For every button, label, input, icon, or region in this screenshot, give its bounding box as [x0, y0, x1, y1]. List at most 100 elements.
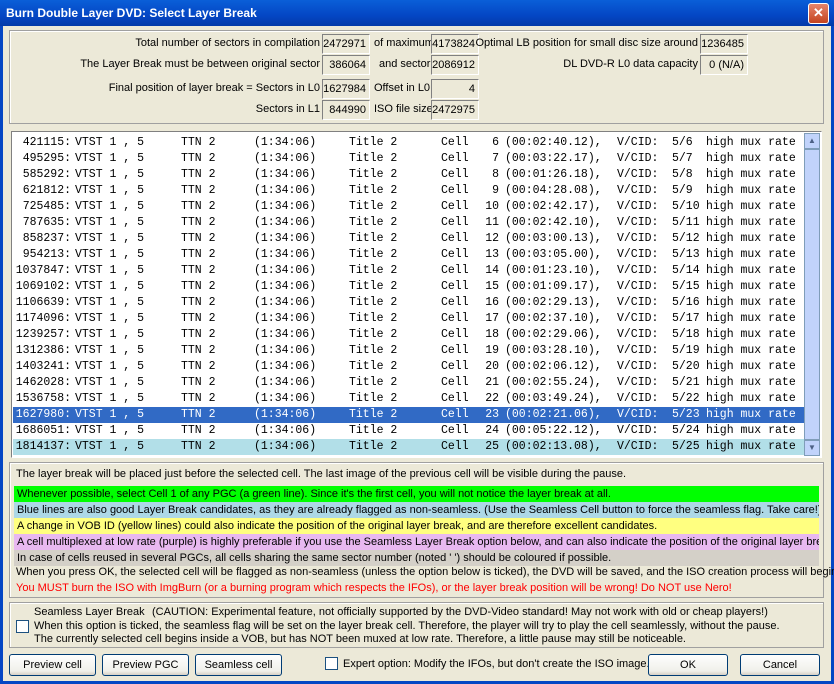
cell-list-row[interactable]: 1312386: VTST 1 , 5 TTN 2 (1:34:06) Title 2 C… [13, 343, 806, 359]
cell-title: Title 2 [349, 344, 398, 357]
cell-mux: high mux rate [706, 264, 796, 277]
cell-dur: (00:02:21.06), [505, 408, 602, 421]
cell-time: (1:34:06) [254, 264, 317, 277]
cell-dur: (00:05:22.12), [505, 424, 602, 437]
cell-ratio: 5/22 [672, 392, 700, 405]
cell-sector: 1536758: [15, 392, 71, 405]
cell-list-row[interactable]: 787635: VTST 1 , 5 TTN 2 (1:34:06) Title 2 Ce… [13, 215, 806, 231]
cell-ttn: TTN 2 [181, 136, 216, 149]
cell-cell: Cell [441, 360, 469, 373]
cell-list-row[interactable]: 1037847: VTST 1 , 5 TTN 2 (1:34:06) Title 2 C… [13, 263, 806, 279]
cell-dur: (00:01:09.17), [505, 280, 602, 293]
cell-list-row[interactable]: 1814137: VTST 1 , 5 TTN 2 (1:34:06) Title 2 C… [13, 439, 806, 455]
cell-list-row[interactable]: 1069102: VTST 1 , 5 TTN 2 (1:34:06) Title 2 C… [13, 279, 806, 295]
cell-list-row[interactable]: 1174096: VTST 1 , 5 TTN 2 (1:34:06) Title 2 C… [13, 311, 806, 327]
cell-list-row[interactable]: 1627980: VTST 1 , 5 TTN 2 (1:34:06) Title 2 C… [13, 407, 806, 423]
cell-ratio: 5/9 [672, 184, 693, 197]
cell-list-row[interactable]: 495295: VTST 1 , 5 TTN 2 (1:34:06) Title 2 Ce… [13, 151, 806, 167]
cell-vcid: V/CID: [617, 152, 659, 165]
expert-option-checkbox[interactable] [325, 657, 338, 670]
seamless-checkbox[interactable] [16, 620, 29, 633]
seamless-status: The currently selected cell begins insid… [34, 633, 686, 645]
cell-sector: 1312386: [15, 344, 71, 357]
scroll-down-arrow-icon[interactable]: ▼ [804, 440, 820, 456]
cell-list-row[interactable]: 1239257: VTST 1 , 5 TTN 2 (1:34:06) Title 2 C… [13, 327, 806, 343]
seamless-cell-button[interactable]: Seamless cell [195, 654, 282, 676]
scroll-thumb[interactable] [804, 149, 820, 440]
cell-sector: 1814137: [15, 440, 71, 453]
cell-dur: (00:02:40.12), [505, 136, 602, 149]
cell-time: (1:34:06) [254, 248, 317, 261]
cell-list-row[interactable]: 1462028: VTST 1 , 5 TTN 2 (1:34:06) Title 2 C… [13, 375, 806, 391]
cell-cell: Cell [441, 232, 469, 245]
cell-title: Title 2 [349, 360, 398, 373]
cell-list-row[interactable]: 1686051: VTST 1 , 5 TTN 2 (1:34:06) Title 2 C… [13, 423, 806, 439]
cell-vcid: V/CID: [617, 328, 659, 341]
cell-mux: high mux rate [706, 328, 796, 341]
cell-title: Title 2 [349, 152, 398, 165]
cell-mux: high mux rate [706, 280, 796, 293]
title-bar: Burn Double Layer DVD: Select Layer Brea… [0, 0, 834, 26]
preview-pgc-button[interactable]: Preview PGC [102, 654, 189, 676]
cell-dur: (00:03:49.24), [505, 392, 602, 405]
cell-list-row[interactable]: 1403241: VTST 1 , 5 TTN 2 (1:34:06) Title 2 C… [13, 359, 806, 375]
cell-dur: (00:04:28.08), [505, 184, 602, 197]
cell-list-row[interactable]: 1106639: VTST 1 , 5 TTN 2 (1:34:06) Title 2 C… [13, 295, 806, 311]
cell-ratio: 5/12 [672, 232, 700, 245]
legend-grey-line: In case of cells reused in several PGCs,… [14, 550, 819, 566]
cell-dur: (00:02:42.17), [505, 200, 602, 213]
cell-sector: 1462028: [15, 376, 71, 389]
cell-num: 10 [485, 200, 499, 213]
cell-vts: VTST 1 , 5 [75, 344, 145, 357]
cell-ratio: 5/20 [672, 360, 700, 373]
cell-vts: VTST 1 , 5 [75, 376, 145, 389]
cell-mux: high mux rate [706, 424, 796, 437]
cell-list-row[interactable]: 954213: VTST 1 , 5 TTN 2 (1:34:06) Title 2 Ce… [13, 247, 806, 263]
cell-list[interactable]: 421115: VTST 1 , 5 TTN 2 (1:34:06) Title 2 Ce… [11, 131, 822, 458]
preview-cell-button[interactable]: Preview cell [9, 654, 96, 676]
cell-list-row[interactable]: 585292: VTST 1 , 5 TTN 2 (1:34:06) Title 2 Ce… [13, 167, 806, 183]
cell-time: (1:34:06) [254, 136, 317, 149]
close-button[interactable]: ✕ [808, 3, 829, 24]
cell-ttn: TTN 2 [181, 392, 216, 405]
cell-ratio: 5/19 [672, 344, 700, 357]
window-title: Burn Double Layer DVD: Select Layer Brea… [6, 6, 257, 20]
cell-cell: Cell [441, 424, 469, 437]
cell-dur: (00:02:29.06), [505, 328, 602, 341]
cell-cell: Cell [441, 168, 469, 181]
cell-list-row[interactable]: 421115: VTST 1 , 5 TTN 2 (1:34:06) Title 2 Ce… [13, 135, 806, 151]
cell-vcid: V/CID: [617, 168, 659, 181]
cell-list-row[interactable]: 858237: VTST 1 , 5 TTN 2 (1:34:06) Title 2 Ce… [13, 231, 806, 247]
offset-label: Offset in L0 [374, 82, 431, 94]
cell-num: 23 [485, 408, 499, 421]
cell-time: (1:34:06) [254, 440, 317, 453]
cell-mux: high mux rate [706, 152, 796, 165]
cell-list-row[interactable]: 725485: VTST 1 , 5 TTN 2 (1:34:06) Title 2 Ce… [13, 199, 806, 215]
cell-ratio: 5/14 [672, 264, 700, 277]
cell-vcid: V/CID: [617, 216, 659, 229]
cell-vcid: V/CID: [617, 360, 659, 373]
cell-sector: 421115: [22, 136, 71, 149]
cell-cell: Cell [441, 296, 469, 309]
dl-capacity-label: DL DVD-R L0 data capacity [563, 58, 698, 70]
cell-dur: (00:02:06.12), [505, 360, 602, 373]
cell-sector: 585292: [22, 168, 71, 181]
cell-title: Title 2 [349, 216, 398, 229]
cell-num: 11 [485, 216, 499, 229]
cell-vts: VTST 1 , 5 [75, 312, 145, 325]
cell-list-row[interactable]: 621812: VTST 1 , 5 TTN 2 (1:34:06) Title 2 Ce… [13, 183, 806, 199]
cell-list-row[interactable]: 1536758: VTST 1 , 5 TTN 2 (1:34:06) Title 2 C… [13, 391, 806, 407]
cell-title: Title 2 [349, 328, 398, 341]
cell-vts: VTST 1 , 5 [75, 360, 145, 373]
ok-button[interactable]: OK [648, 654, 728, 676]
vertical-scrollbar[interactable]: ▲ ▼ [804, 133, 820, 456]
cell-title: Title 2 [349, 184, 398, 197]
scroll-up-arrow-icon[interactable]: ▲ [804, 133, 820, 149]
cell-mux: high mux rate [706, 232, 796, 245]
cell-num: 25 [485, 440, 499, 453]
nero-warning: You MUST burn the ISO with ImgBurn (or a… [16, 582, 732, 594]
cell-dur: (00:03:28.10), [505, 344, 602, 357]
cell-vcid: V/CID: [617, 248, 659, 261]
cancel-button[interactable]: Cancel [740, 654, 820, 676]
final-position-label: Final position of layer break = Sectors … [108, 82, 320, 94]
